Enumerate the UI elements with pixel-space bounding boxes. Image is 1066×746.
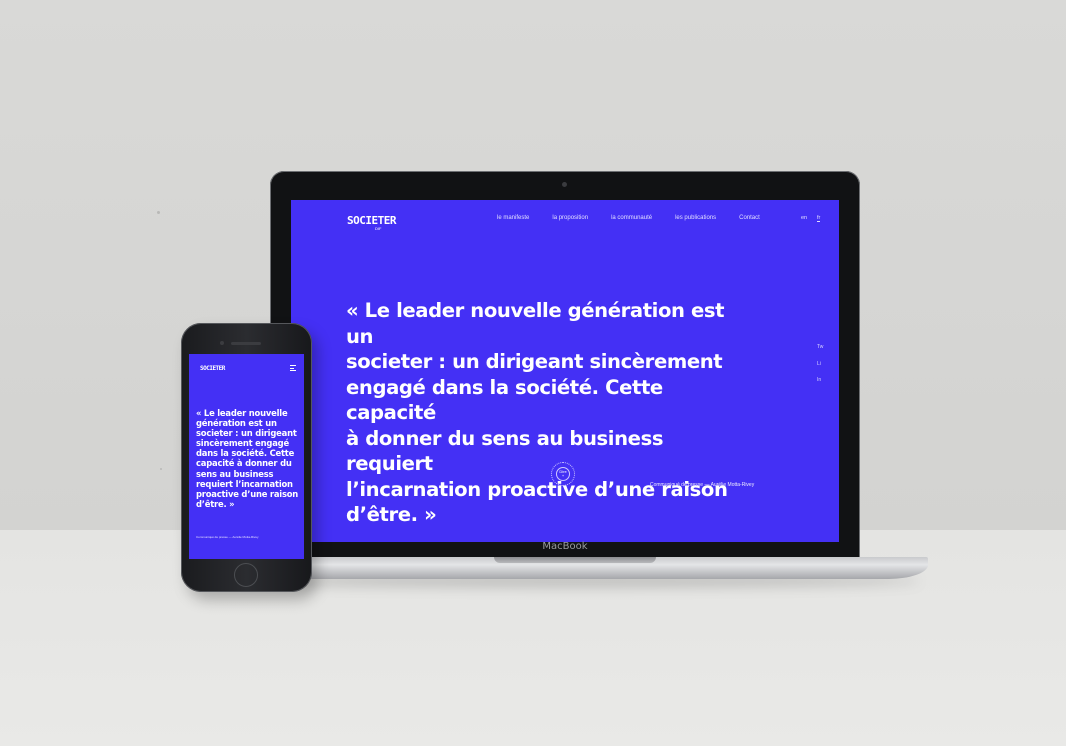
laptop-lid: SOCIETER DIF le manifeste la proposition…	[270, 171, 860, 559]
lang-fr[interactable]: fr	[817, 215, 821, 222]
quote-line: « Le leader nouvelle	[196, 408, 288, 418]
hamburger-menu-icon[interactable]	[290, 365, 296, 373]
seal-label: Dire +	[556, 467, 570, 481]
quote-line: sincèrement engagé	[196, 438, 289, 449]
phone-screen: SOCIETER « Le leader nouvelle génération…	[189, 354, 304, 559]
laptop-screen: SOCIETER DIF le manifeste la proposition…	[291, 200, 839, 542]
mobile-site-logo[interactable]: SOCIETER	[200, 365, 225, 372]
nav-item-contact[interactable]: Contact	[739, 215, 760, 221]
seal-badge[interactable]: Dire +	[551, 462, 575, 486]
quote-line: requiert l’incarnation	[196, 478, 293, 489]
phone-speaker	[231, 342, 261, 345]
quote-line: engagé dans la société. Cette capacité	[346, 375, 663, 425]
laptop-brand-label: MacBook	[542, 541, 588, 552]
quote-line: societer : un dirigeant sincèrement	[346, 350, 723, 373]
nav-item-manifeste[interactable]: le manifeste	[497, 215, 529, 221]
hero-quote: « Le leader nouvelle génération est un s…	[346, 298, 746, 528]
laptop-camera	[562, 182, 567, 187]
nav-item-publications[interactable]: les publications	[675, 215, 716, 221]
nav-item-communaute[interactable]: la communauté	[611, 215, 652, 221]
social-link-instagram[interactable]: In	[817, 377, 821, 383]
mobile-quote-credit: Communiqué de presse — Aurélie Motta-Riv…	[196, 535, 259, 539]
quote-credit: Communiqué de presse — Aurélie Motta-Riv…	[650, 482, 755, 488]
phone-camera	[220, 341, 224, 345]
quote-line: d’être. »	[196, 498, 235, 509]
quote-line: génération est un	[196, 418, 277, 429]
quote-line: « Le leader nouvelle génération est un	[346, 299, 725, 348]
site-logo-sub: DIF	[375, 226, 382, 231]
mobile-hero-quote: « Le leader nouvelle génération est un s…	[196, 408, 299, 509]
site-logo[interactable]: SOCIETER	[347, 214, 396, 227]
quote-line: capacité à donner du	[196, 458, 292, 469]
lang-en[interactable]: en	[801, 215, 807, 221]
home-button[interactable]	[234, 563, 258, 587]
quote-line: dans la société. Cette	[196, 448, 295, 459]
quote-line: à donner du sens au business requiert	[346, 426, 664, 476]
laptop-base	[222, 557, 928, 579]
main-nav: le manifeste la proposition la communaut…	[497, 215, 760, 221]
social-link-linkedin[interactable]: Li	[817, 361, 821, 367]
social-link-twitter[interactable]: Tw	[817, 344, 823, 350]
laptop-hinge-notch	[494, 557, 656, 563]
wall-speck	[160, 468, 162, 470]
nav-item-proposition[interactable]: la proposition	[552, 215, 588, 221]
quote-line: d’être. »	[346, 503, 437, 526]
quote-line: societer : un dirigeant	[196, 428, 297, 439]
quote-line: proactive d’une raison	[196, 488, 299, 499]
wall-speck	[157, 211, 160, 214]
quote-line: l’incarnation proactive d’une raison	[346, 477, 728, 501]
quote-line: sens au business	[196, 468, 274, 479]
phone-body: SOCIETER « Le leader nouvelle génération…	[181, 323, 312, 592]
